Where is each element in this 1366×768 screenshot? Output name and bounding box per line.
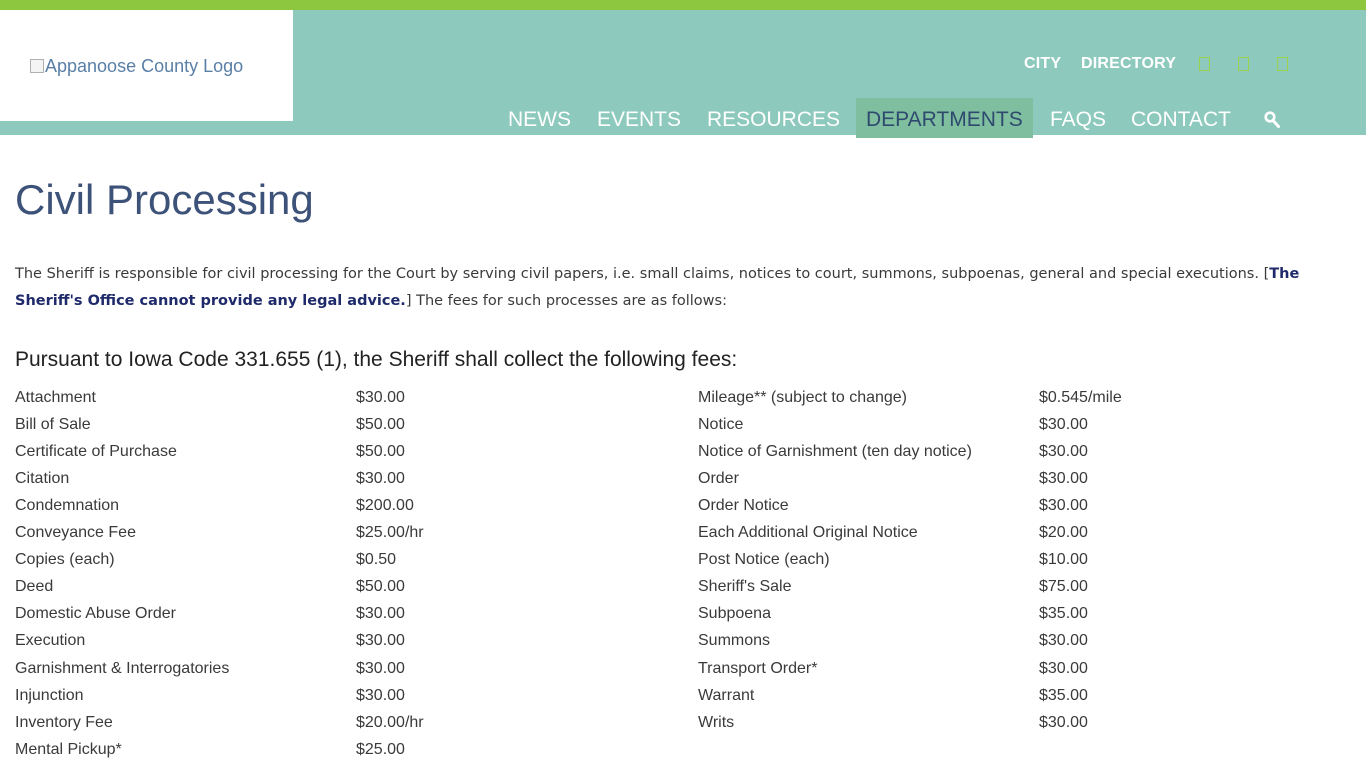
intro-text-start: The Sheriff is responsible for civil pro… <box>15 266 1270 282</box>
fee-amount: $30.00 <box>1039 443 1088 460</box>
fee-amount: $20.00/hr <box>356 714 424 731</box>
fee-amount: $30.00 <box>1039 660 1088 677</box>
intro-paragraph: The Sheriff is responsible for civil pro… <box>15 261 1345 315</box>
fee-amount: $30.00 <box>356 687 405 704</box>
fee-name: Mileage** (subject to change) <box>698 389 908 406</box>
fee-name: Notice of Garnishment (ten day notice) <box>698 443 972 460</box>
top-accent-bar <box>0 0 1366 10</box>
fee-name: Post Notice (each) <box>698 551 830 568</box>
fee-name: Inventory Fee <box>15 714 113 731</box>
fee-amount: $25.00/hr <box>356 524 424 541</box>
fee-amount: $50.00 <box>356 416 405 433</box>
fee-name: Attachment <box>15 389 96 406</box>
fee-name: Notice <box>698 416 744 433</box>
broken-image-icon <box>30 59 44 73</box>
rss-icon[interactable] <box>1277 57 1288 71</box>
fee-amount: $35.00 <box>1039 605 1088 622</box>
nav-news[interactable]: NEWS <box>498 98 581 138</box>
fee-name: Each Additional Original Notice <box>698 524 918 541</box>
fee-name: Injunction <box>15 687 84 704</box>
fee-amount: $25.00 <box>356 741 405 758</box>
fee-amount: $35.00 <box>1039 687 1088 704</box>
fee-amount: $200.00 <box>356 497 414 514</box>
fee-name: Citation <box>15 470 70 487</box>
fee-name: Warrant <box>698 687 755 704</box>
fee-name: Writs <box>698 714 735 731</box>
site-header: Appanoose County Logo CITY DIRECTORY NEW… <box>0 10 1366 138</box>
nav-resources[interactable]: RESOURCES <box>697 98 850 138</box>
utility-link-directory[interactable]: DIRECTORY <box>1081 55 1176 73</box>
fee-amount: $50.00 <box>356 443 405 460</box>
search-icon[interactable] <box>1264 111 1280 128</box>
fee-name: Transport Order* <box>698 660 818 677</box>
fee-amount: $20.00 <box>1039 524 1088 541</box>
fee-amount: $30.00 <box>356 632 405 649</box>
fee-amount: $50.00 <box>356 578 405 595</box>
fee-name: Order <box>698 470 739 487</box>
fee-name: Deed <box>15 578 54 595</box>
fee-name: Order Notice <box>698 497 789 514</box>
fee-amount: $30.00 <box>1039 714 1088 731</box>
nav-faqs[interactable]: FAQS <box>1040 98 1116 138</box>
logo-alt-text: Appanoose County Logo <box>45 56 244 76</box>
fee-amount: $30.00 <box>356 605 405 622</box>
page-title: Civil Processing <box>15 176 314 223</box>
fee-name: Domestic Abuse Order <box>15 605 176 622</box>
fee-amount: $30.00 <box>1039 632 1088 649</box>
fee-name: Mental Pickup* <box>15 741 122 758</box>
fees-heading: Pursuant to Iowa Code 331.655 (1), the S… <box>15 348 738 371</box>
fee-amount: $10.00 <box>1039 551 1088 568</box>
facebook-icon[interactable] <box>1199 57 1210 71</box>
fee-name: Subpoena <box>698 605 771 622</box>
fee-amount: $30.00 <box>1039 416 1088 433</box>
fee-amount: $75.00 <box>1039 578 1088 595</box>
fee-amount: $30.00 <box>1039 470 1088 487</box>
fee-name: Garnishment & Interrogatories <box>15 660 230 677</box>
logo-link[interactable]: Appanoose County Logo <box>0 10 293 121</box>
site-logo[interactable]: Appanoose County Logo <box>30 56 243 77</box>
nav-contact[interactable]: CONTACT <box>1121 98 1241 138</box>
nav-departments[interactable]: DEPARTMENTS <box>856 98 1033 138</box>
fee-name: Condemnation <box>15 497 120 514</box>
fee-amount: $30.00 <box>356 470 405 487</box>
fee-amount: $0.545/mile <box>1039 389 1122 406</box>
fee-name: Sheriff's Sale <box>698 578 792 595</box>
fee-name: Bill of Sale <box>15 416 91 433</box>
fee-amount: $30.00 <box>1039 497 1088 514</box>
fee-name: Summons <box>698 632 771 649</box>
fee-name: Execution <box>15 632 86 649</box>
fee-name: Certificate of Purchase <box>15 443 177 460</box>
fee-name: Conveyance Fee <box>15 524 136 541</box>
utility-link-city[interactable]: CITY <box>1024 55 1061 73</box>
intro-text-end: ] The fees for such processes are as fol… <box>405 293 727 309</box>
twitter-icon[interactable] <box>1238 57 1249 71</box>
fee-amount: $0.50 <box>356 551 397 568</box>
fee-name: Copies (each) <box>15 551 115 568</box>
nav-events[interactable]: EVENTS <box>587 98 691 138</box>
fee-amount: $30.00 <box>356 660 405 677</box>
fee-amount: $30.00 <box>356 389 405 406</box>
